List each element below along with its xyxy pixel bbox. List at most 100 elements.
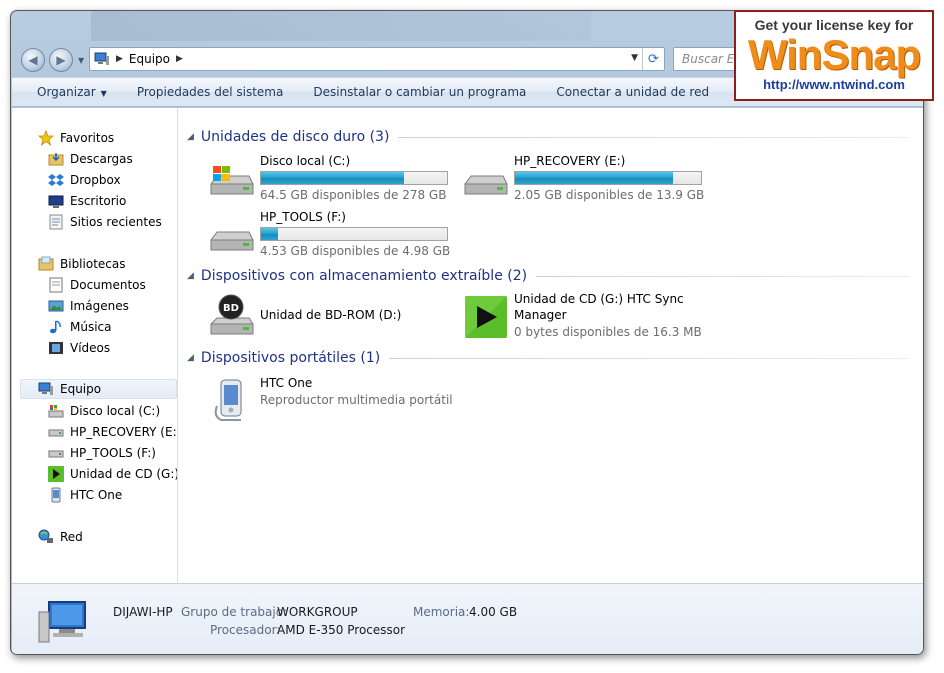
computer-icon xyxy=(38,381,54,397)
drive-tile-c[interactable]: Disco local (C:) 64.5 GB disponibles de … xyxy=(207,154,452,204)
hard-drive-icon xyxy=(48,445,64,461)
hard-drive-icon xyxy=(48,424,64,440)
divider xyxy=(389,357,909,359)
documents-icon xyxy=(48,277,64,293)
downloads-folder-icon xyxy=(48,151,64,167)
nav-music-label: Música xyxy=(70,320,112,334)
hard-drive-icon xyxy=(210,231,254,251)
winsnap-banner[interactable]: Get your license key for WinSnap http://… xyxy=(734,10,934,101)
forward-button[interactable]: ▶ xyxy=(49,48,73,72)
recent-pages-dropdown[interactable]: ▼ xyxy=(78,56,86,65)
drive-tile-e[interactable]: HP_RECOVERY (E:) 2.05 GB disponibles de … xyxy=(461,154,706,204)
items-view[interactable]: ◢ Unidades de disco duro (3) Disco local… xyxy=(179,108,923,583)
details-pane: DIJAWI-HP Grupo de trabajo: WORKGROUP Me… xyxy=(12,583,923,654)
nav-downloads[interactable]: Descargas xyxy=(48,149,133,169)
address-dropdown-icon[interactable]: ▼ xyxy=(631,53,638,63)
winsnap-logo: WinSnap xyxy=(747,31,921,78)
nav-dropbox[interactable]: Dropbox xyxy=(48,170,121,190)
nav-favorites-label: Favoritos xyxy=(60,131,115,145)
drive-name: Unidad de CD (G:) HTC Sync xyxy=(514,292,684,306)
chevron-down-icon: ▼ xyxy=(100,89,107,98)
computer-icon xyxy=(38,601,86,643)
drive-free-space: 64.5 GB disponibles de 278 GB xyxy=(260,188,447,202)
nav-drive-g[interactable]: Unidad de CD (G:) H xyxy=(48,464,178,484)
nav-computer[interactable]: Equipo xyxy=(20,379,177,399)
nav-documents-label: Documentos xyxy=(70,278,146,292)
drive-free-space: 2.05 GB disponibles de 13.9 GB xyxy=(514,188,705,202)
nav-drive-f-label: HP_TOOLS (F:) xyxy=(70,446,156,460)
nav-drive-e[interactable]: HP_RECOVERY (E:) xyxy=(48,422,177,442)
collapse-triangle-icon[interactable]: ◢ xyxy=(187,271,194,281)
nav-network[interactable]: Red xyxy=(38,527,83,547)
collapse-triangle-icon[interactable]: ◢ xyxy=(187,132,194,142)
device-tile-htc-one[interactable]: HTC One Reproductor multimedia portátil xyxy=(207,376,453,426)
forward-arrow-icon: ▶ xyxy=(56,53,66,67)
processor-label: Procesador: xyxy=(210,623,281,637)
nav-recent-places-label: Sitios recientes xyxy=(70,215,162,229)
nav-downloads-label: Descargas xyxy=(70,152,133,166)
drive-usage-bar xyxy=(260,227,448,241)
nav-drive-g-label: Unidad de CD (G:) H xyxy=(70,467,178,481)
libraries-icon xyxy=(38,256,54,272)
back-button[interactable]: ◀ xyxy=(21,48,45,72)
explorer-window: ◀ ▶ ▼ ▶ Equipo ▶ ▼ ⟳ Buscar Eq Organizar… xyxy=(10,10,924,655)
phone-icon xyxy=(214,379,242,421)
svg-text:BD: BD xyxy=(223,303,239,314)
network-icon xyxy=(38,529,54,545)
search-input[interactable]: Buscar Eq xyxy=(673,47,743,71)
htc-sync-icon xyxy=(465,296,507,338)
workgroup-value: WORKGROUP xyxy=(277,605,358,619)
device-name: HTC One xyxy=(260,376,313,390)
windows-drive-icon xyxy=(48,403,64,419)
system-properties-button[interactable]: Propiedades del sistema xyxy=(122,85,299,99)
star-icon xyxy=(38,130,54,146)
organize-button[interactable]: Organizar ▼ xyxy=(12,85,122,99)
nav-drive-c[interactable]: Disco local (C:) xyxy=(48,401,160,421)
windows-drive-icon xyxy=(210,166,254,195)
recent-places-icon xyxy=(48,214,64,230)
drive-tile-g[interactable]: Unidad de CD (G:) HTC Sync Manager 0 byt… xyxy=(461,292,706,342)
refresh-icon[interactable]: ⟳ xyxy=(642,48,664,70)
banner-link[interactable]: http://www.ntwind.com xyxy=(736,77,932,92)
nav-libraries[interactable]: Bibliotecas xyxy=(38,254,125,274)
breadcrumb-chevron-icon[interactable]: ▶ xyxy=(116,54,123,64)
desktop-icon xyxy=(48,193,64,209)
nav-videos[interactable]: Vídeos xyxy=(48,338,110,358)
drive-tile-bd[interactable]: BD Unidad de BD-ROM (D:) xyxy=(207,292,452,342)
drive-free-space: 4.53 GB disponibles de 4.98 GB xyxy=(260,244,451,258)
nav-music[interactable]: Música xyxy=(48,317,112,337)
address-bar[interactable]: ▶ Equipo ▶ ▼ ⟳ xyxy=(89,47,665,71)
title-bar xyxy=(91,11,591,41)
divider xyxy=(398,136,909,138)
nav-network-label: Red xyxy=(60,530,83,544)
map-network-drive-button[interactable]: Conectar a unidad de red xyxy=(541,85,724,99)
nav-drive-f[interactable]: HP_TOOLS (F:) xyxy=(48,443,156,463)
group-header-hard-drives[interactable]: ◢ Unidades de disco duro (3) xyxy=(187,127,909,147)
drive-usage-fill xyxy=(515,172,674,184)
nav-documents[interactable]: Documentos xyxy=(48,275,146,295)
drive-name: Unidad de BD-ROM (D:) xyxy=(260,308,402,322)
bd-rom-drive-icon: BD xyxy=(210,294,254,335)
nav-favorites[interactable]: Favoritos xyxy=(38,128,114,148)
device-type: Reproductor multimedia portátil xyxy=(260,393,453,407)
collapse-triangle-icon[interactable]: ◢ xyxy=(187,353,194,363)
drive-name-continued: Manager xyxy=(514,308,567,322)
nav-desktop[interactable]: Escritorio xyxy=(48,191,126,211)
nav-recent-places[interactable]: Sitios recientes xyxy=(48,212,162,232)
computer-name: DIJAWI-HP xyxy=(113,605,173,619)
drive-tile-f[interactable]: HP_TOOLS (F:) 4.53 GB disponibles de 4.9… xyxy=(207,210,452,260)
group-header-portable[interactable]: ◢ Dispositivos portátiles (1) xyxy=(187,348,909,368)
pictures-icon xyxy=(48,298,64,314)
computer-icon xyxy=(94,52,109,65)
uninstall-program-button[interactable]: Desinstalar o cambiar un programa xyxy=(298,85,541,99)
drive-name: Disco local (C:) xyxy=(260,154,351,168)
navigation-pane[interactable]: Favoritos Descargas Dropbox Escritorio S… xyxy=(12,108,178,583)
nav-htc-one[interactable]: HTC One xyxy=(48,485,122,505)
drive-usage-fill xyxy=(261,172,405,184)
breadcrumb-equipo[interactable]: Equipo xyxy=(129,52,170,66)
nav-desktop-label: Escritorio xyxy=(70,194,127,208)
nav-videos-label: Vídeos xyxy=(70,341,111,355)
group-header-removable[interactable]: ◢ Dispositivos con almacenamiento extraí… xyxy=(187,266,909,286)
breadcrumb-chevron-icon[interactable]: ▶ xyxy=(176,54,183,64)
nav-pictures[interactable]: Imágenes xyxy=(48,296,129,316)
